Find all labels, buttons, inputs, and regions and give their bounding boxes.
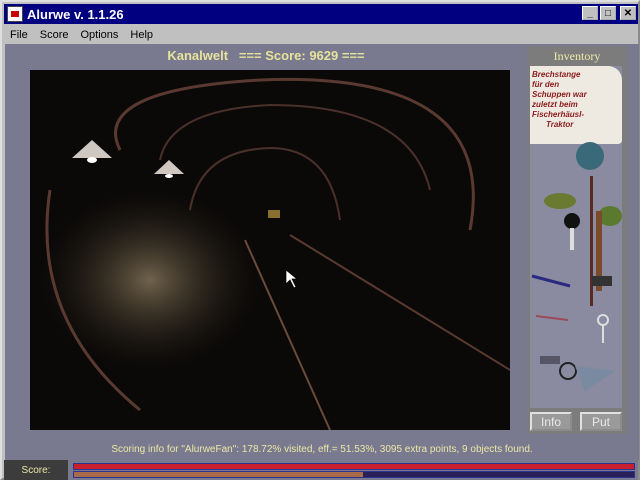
app-icon[interactable] bbox=[7, 6, 23, 22]
maximize-button[interactable]: □ bbox=[600, 6, 616, 20]
old-key-icon[interactable] bbox=[597, 314, 609, 343]
location-score-heading: Kanalwelt === Score: 9629 === bbox=[167, 48, 365, 63]
inventory-items: Brechstange für den Schuppen war zuletzt… bbox=[530, 66, 622, 408]
put-button[interactable]: Put bbox=[580, 412, 622, 431]
title-bar[interactable]: Alurwe v. 1.1.26 _ □ ✕ bbox=[4, 4, 638, 24]
visited-progress-fill bbox=[74, 464, 634, 469]
efficiency-progress-fill bbox=[74, 472, 363, 477]
ceiling-lamp-icon bbox=[154, 160, 184, 178]
menu-bar: File Score Options Help bbox=[4, 25, 159, 44]
light-glow bbox=[40, 190, 260, 370]
key-ring-icon[interactable] bbox=[540, 356, 615, 391]
app-window: Alurwe v. 1.1.26 _ □ ✕ File Score Option… bbox=[0, 0, 640, 480]
crowbar-icon[interactable] bbox=[531, 274, 571, 288]
window-title: Alurwe v. 1.1.26 bbox=[27, 6, 124, 22]
efficiency-progress-bar bbox=[73, 471, 635, 478]
cotter-pin-icon[interactable] bbox=[535, 315, 569, 321]
tunnel-arch bbox=[159, 103, 431, 191]
menu-help[interactable]: Help bbox=[124, 29, 159, 41]
mouse-cursor-icon bbox=[285, 269, 298, 289]
ceiling-lamp-icon bbox=[72, 140, 112, 163]
sign bbox=[268, 210, 280, 218]
status-bar: Score: bbox=[4, 460, 638, 480]
info-button[interactable]: Info bbox=[530, 412, 572, 431]
scoring-info: Scoring info for "AlurweFan": 178.72% vi… bbox=[111, 444, 533, 455]
menu-options[interactable]: Options bbox=[74, 29, 124, 41]
menu-file[interactable]: File bbox=[4, 29, 34, 41]
game-area: Kanalwelt === Score: 9629 === Inventory … bbox=[5, 44, 639, 460]
visited-progress-bar bbox=[73, 463, 635, 470]
inventory-panel: Inventory Brechstange für den Schuppen w… bbox=[527, 46, 627, 434]
sewer-tunnel-image bbox=[40, 77, 510, 430]
water-edge bbox=[289, 234, 510, 371]
game-scene[interactable] bbox=[30, 70, 510, 430]
score-label: Score: bbox=[4, 460, 68, 480]
minimize-button[interactable]: _ bbox=[582, 6, 598, 20]
close-button[interactable]: ✕ bbox=[620, 6, 636, 20]
car-key-icon[interactable] bbox=[564, 213, 580, 250]
inventory-title: Inventory bbox=[553, 49, 601, 63]
menu-score[interactable]: Score bbox=[34, 29, 75, 41]
walkway-edge bbox=[244, 239, 331, 430]
